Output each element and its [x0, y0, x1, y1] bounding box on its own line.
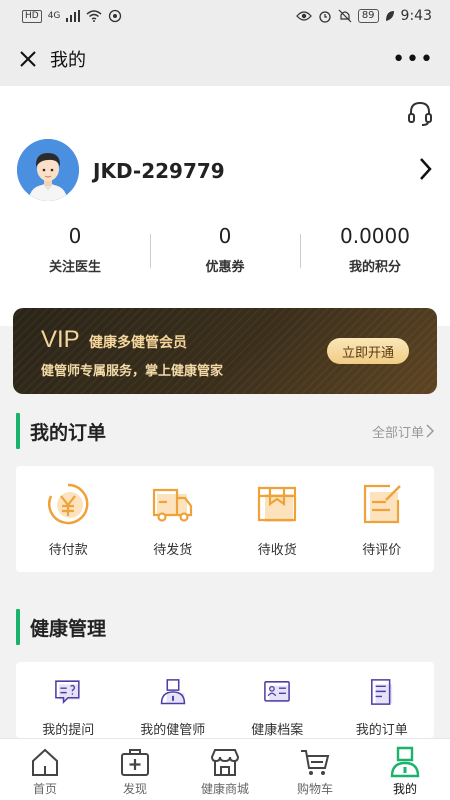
bottom-tab-bar: 首页 发现 健康商城 购物车 我的: [0, 738, 450, 800]
status-bar: HD 4G 89 9:43: [0, 0, 450, 32]
vip-title: 健康多健管会员: [89, 335, 187, 351]
id-card-icon: [264, 681, 291, 703]
clock: 9:43: [400, 8, 432, 24]
battery-level: 89: [357, 9, 379, 23]
activate-vip-button[interactable]: 立即开通: [327, 338, 409, 364]
more-menu-button[interactable]: •••: [392, 47, 434, 72]
tab-label: 购物车: [296, 782, 333, 796]
stat-label: 优惠券: [205, 260, 245, 275]
health-label: 我的提问: [42, 723, 95, 738]
medical-kit-icon: [121, 749, 149, 776]
chevron-right-icon: [426, 424, 434, 438]
vip-tag: VIP: [41, 326, 80, 353]
section-accent-bar: [16, 413, 20, 449]
tab-discover[interactable]: 发现: [90, 739, 180, 800]
person-icon: [390, 746, 420, 778]
vip-banner[interactable]: VIP 健康多健管会员 健管师专属服务，掌上健康管家 立即开通: [13, 308, 437, 394]
health-label: 我的健管师: [140, 723, 206, 738]
tab-label: 健康商城: [200, 782, 249, 796]
orders-section-header: 我的订单 全部订单: [16, 411, 434, 451]
health-section-header: 健康管理: [16, 607, 434, 647]
question-chat-icon: [55, 680, 80, 705]
health-label: 健康档案: [251, 723, 304, 738]
title-bar: 我的 •••: [0, 32, 450, 86]
health-card: 我的提问 我的健管师 健康档案 我的订单: [16, 662, 434, 738]
cart-icon: [301, 750, 330, 775]
tab-home[interactable]: 首页: [0, 739, 90, 800]
chevron-right-icon[interactable]: [416, 156, 434, 182]
tab-label: 我的: [392, 782, 417, 796]
stat-followed-doctors[interactable]: 0 关注医生: [0, 224, 150, 284]
mute-icon: [338, 9, 352, 23]
section-title: 健康管理: [30, 617, 107, 640]
tab-cart[interactable]: 购物车: [270, 739, 360, 800]
wifi-icon: [86, 10, 102, 22]
stat-value: 0: [218, 224, 232, 248]
order-label: 待评价: [362, 543, 402, 558]
tab-label: 首页: [32, 782, 57, 796]
stat-points[interactable]: 0.0000 我的积分: [300, 224, 450, 284]
store-icon: [210, 749, 240, 776]
yen-coin-icon: [48, 483, 89, 525]
order-label: 待收货: [257, 543, 297, 558]
close-icon[interactable]: [16, 47, 40, 71]
health-my-questions[interactable]: 我的提问: [16, 662, 121, 738]
home-icon: [32, 748, 58, 776]
tab-me[interactable]: 我的: [360, 739, 450, 800]
stats-row: 0 关注医生 0 优惠券 0.0000 我的积分: [0, 224, 450, 284]
eye-icon: [295, 11, 312, 21]
all-orders-link[interactable]: 全部订单: [372, 422, 434, 441]
hd-indicator: HD: [22, 9, 42, 23]
orders-card: 待付款 待发货 待收货 待评价: [16, 466, 434, 572]
username[interactable]: JKD-229779: [93, 159, 225, 183]
hotspot-icon: [109, 9, 122, 23]
tab-health-mall[interactable]: 健康商城: [180, 739, 270, 800]
all-orders-label: 全部订单: [371, 425, 424, 441]
avatar[interactable]: [17, 139, 79, 201]
order-pending-review[interactable]: 待评价: [330, 466, 435, 572]
health-manager-icon: [160, 679, 185, 705]
package-icon: [258, 486, 297, 522]
document-icon: [370, 679, 392, 705]
order-label: 待付款: [48, 543, 88, 558]
health-my-orders[interactable]: 我的订单: [330, 662, 435, 738]
page-title: 我的: [50, 50, 86, 71]
profile-section: JKD-229779 0 关注医生 0 优惠券 0.0000 我的积分: [0, 86, 450, 326]
section-title: 我的订单: [30, 421, 107, 444]
stat-label: 我的积分: [348, 260, 401, 275]
health-my-manager[interactable]: 我的健管师: [121, 662, 226, 738]
order-pending-receipt[interactable]: 待收货: [225, 466, 330, 572]
vip-description: 健管师专属服务，掌上健康管家: [41, 364, 224, 379]
order-label: 待发货: [153, 543, 193, 558]
network-type: 4G: [47, 11, 61, 21]
truck-icon: [152, 488, 192, 522]
stat-label: 关注医生: [48, 260, 101, 275]
leaf-icon: [385, 11, 394, 21]
order-pending-payment[interactable]: 待付款: [16, 466, 121, 572]
tab-label: 发现: [122, 782, 147, 796]
edit-note-icon: [363, 484, 401, 524]
order-pending-shipment[interactable]: 待发货: [121, 466, 226, 572]
customer-service-icon[interactable]: [406, 100, 434, 128]
stat-coupons[interactable]: 0 优惠券: [150, 224, 300, 284]
alarm-icon: [319, 11, 331, 23]
health-label: 我的订单: [355, 723, 408, 738]
stat-value: 0: [68, 224, 82, 248]
health-records[interactable]: 健康档案: [225, 662, 330, 738]
stat-value: 0.0000: [340, 224, 410, 248]
section-accent-bar: [16, 609, 20, 645]
signal-icon: [66, 10, 81, 22]
